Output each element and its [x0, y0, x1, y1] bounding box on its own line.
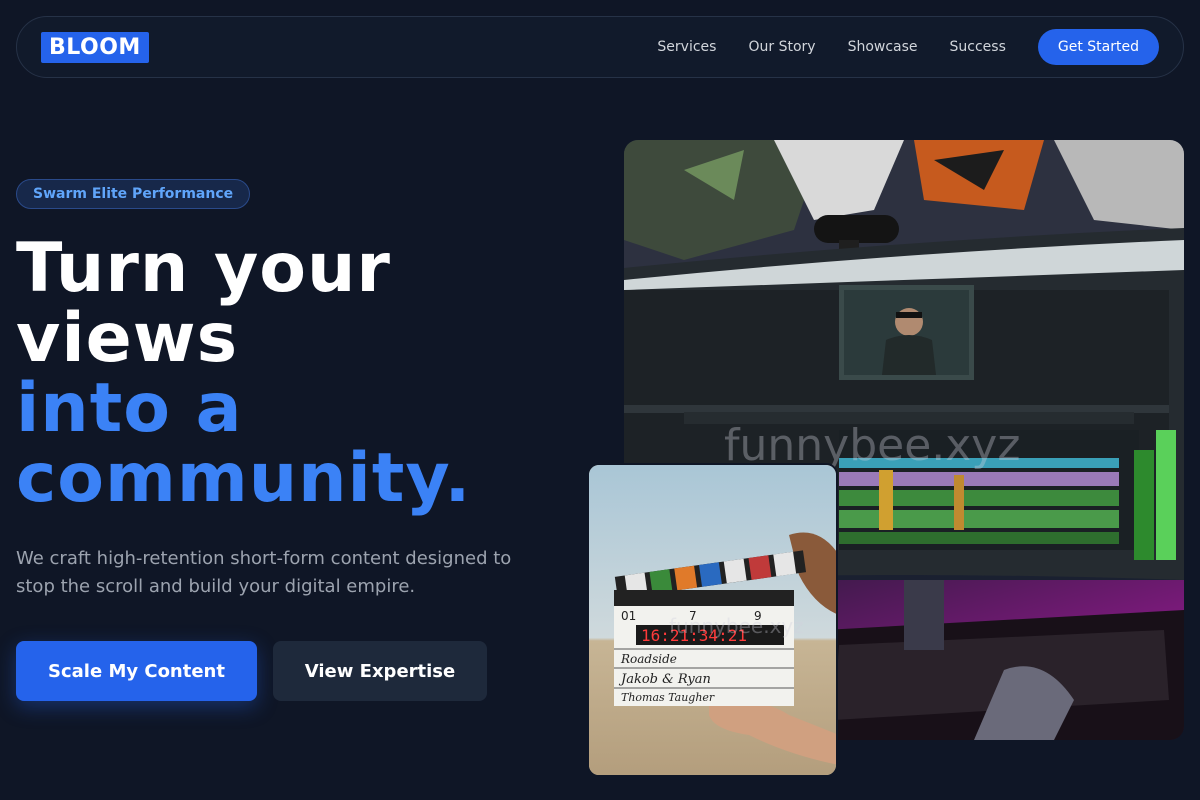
small-image-watermark: funnybee.xyz [669, 614, 804, 638]
scale-my-content-button[interactable]: Scale My Content [16, 641, 257, 701]
headline-line-3: into a [16, 369, 243, 448]
top-navbar: BLOOM Services Our Story Showcase Succes… [16, 16, 1184, 78]
hero-headline: Turn your views into a community. [16, 234, 576, 514]
nav-link-showcase[interactable]: Showcase [848, 39, 918, 55]
hero-subtitle: We craft high-retention short-form conte… [16, 548, 512, 597]
headline-line-1: Turn your [16, 229, 391, 308]
view-expertise-button[interactable]: View Expertise [273, 641, 487, 701]
nav-link-success[interactable]: Success [950, 39, 1006, 55]
clapper-roll: 01 [621, 609, 636, 623]
headline-line-2: views [16, 299, 239, 378]
clapper-director: Jakob & Ryan [618, 672, 711, 687]
clapper-camera: Thomas Taugher [621, 691, 715, 704]
nav-link-our-story[interactable]: Our Story [748, 39, 815, 55]
hero-badge: Swarm Elite Performance [16, 179, 251, 209]
nav-links: Services Our Story Showcase Success Get … [625, 29, 1159, 65]
nav-link-services[interactable]: Services [657, 39, 716, 55]
get-started-button[interactable]: Get Started [1037, 29, 1159, 65]
clapper-production: Roadside [620, 652, 677, 666]
logo[interactable]: BLOOM [41, 31, 149, 63]
clapperboard-illustration: 01 7 9 16:21:34:21 Roadside Jakob & Ryan… [589, 465, 836, 775]
headline-line-4: community. [16, 439, 472, 518]
hero-image-clapperboard: 01 7 9 16:21:34:21 Roadside Jakob & Ryan… [587, 463, 838, 777]
